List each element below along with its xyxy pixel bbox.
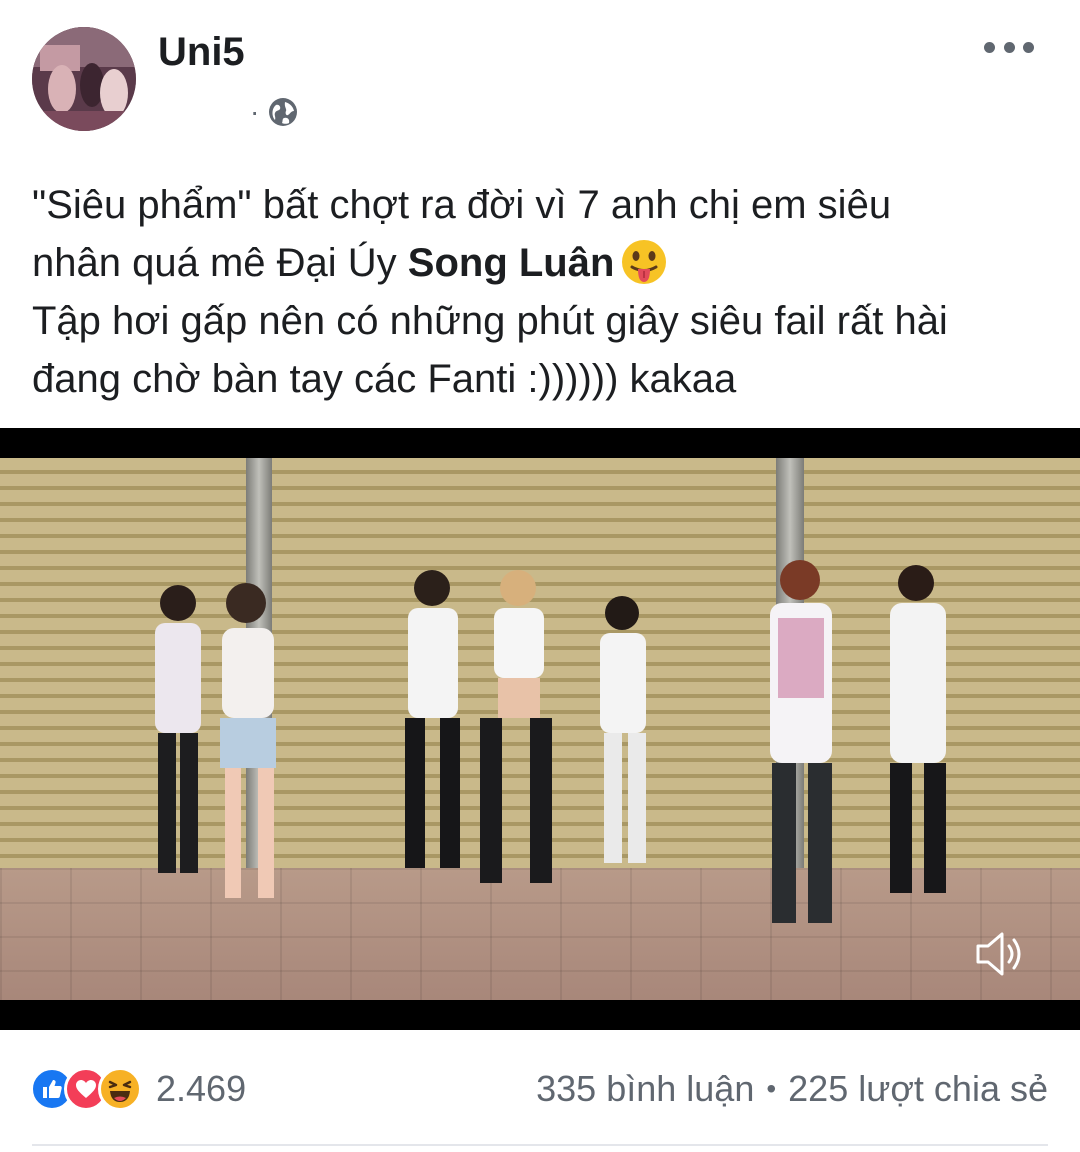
post-text-line-3: Tập hơi gấp nên có những phút giây siêu … bbox=[32, 299, 948, 343]
mention-link[interactable]: Song Luân bbox=[408, 241, 615, 285]
post-text-line-2: nhân quá mê Đại Úy Song Luân bbox=[32, 234, 1062, 292]
tongue-out-emoji-icon bbox=[622, 240, 667, 284]
post-text-line-2-start: nhân quá mê Đại Úy bbox=[32, 241, 408, 285]
video-player[interactable] bbox=[0, 428, 1080, 1030]
stats-separator: • bbox=[766, 1073, 777, 1104]
globe-icon[interactable] bbox=[267, 96, 299, 128]
engagement-stats: 335 bình luận • 225 lượt chia sẻ bbox=[536, 1066, 1048, 1112]
shares-count[interactable]: 225 lượt chia sẻ bbox=[788, 1068, 1048, 1110]
divider bbox=[32, 1144, 1048, 1146]
reactions-summary[interactable]: 2.469 bbox=[30, 1066, 246, 1112]
post-text-line-1: "Siêu phẩm" bất chợt ra đời vì 7 anh chị… bbox=[32, 183, 892, 227]
post-text-line-4: đang chờ bàn tay các Fanti :)))))) kakaa bbox=[32, 357, 737, 401]
speaker-icon[interactable] bbox=[972, 926, 1028, 982]
reaction-count: 2.469 bbox=[156, 1068, 247, 1109]
author-name[interactable]: Uni5 bbox=[158, 30, 245, 75]
haha-icon bbox=[98, 1067, 142, 1111]
avatar[interactable] bbox=[32, 27, 136, 131]
facebook-post: Uni5 · "Siêu phẩm" bất chợt ra đời vì 7 … bbox=[0, 0, 1080, 1152]
meta-separator: · bbox=[250, 96, 260, 127]
more-options-icon[interactable] bbox=[984, 30, 1034, 64]
comments-count[interactable]: 335 bình luận bbox=[536, 1068, 754, 1110]
dancers-illustration bbox=[155, 560, 946, 923]
post-meta: · bbox=[250, 96, 299, 128]
video-frame bbox=[0, 458, 1080, 1000]
post-text: "Siêu phẩm" bất chợt ra đời vì 7 anh chị… bbox=[32, 176, 1062, 408]
